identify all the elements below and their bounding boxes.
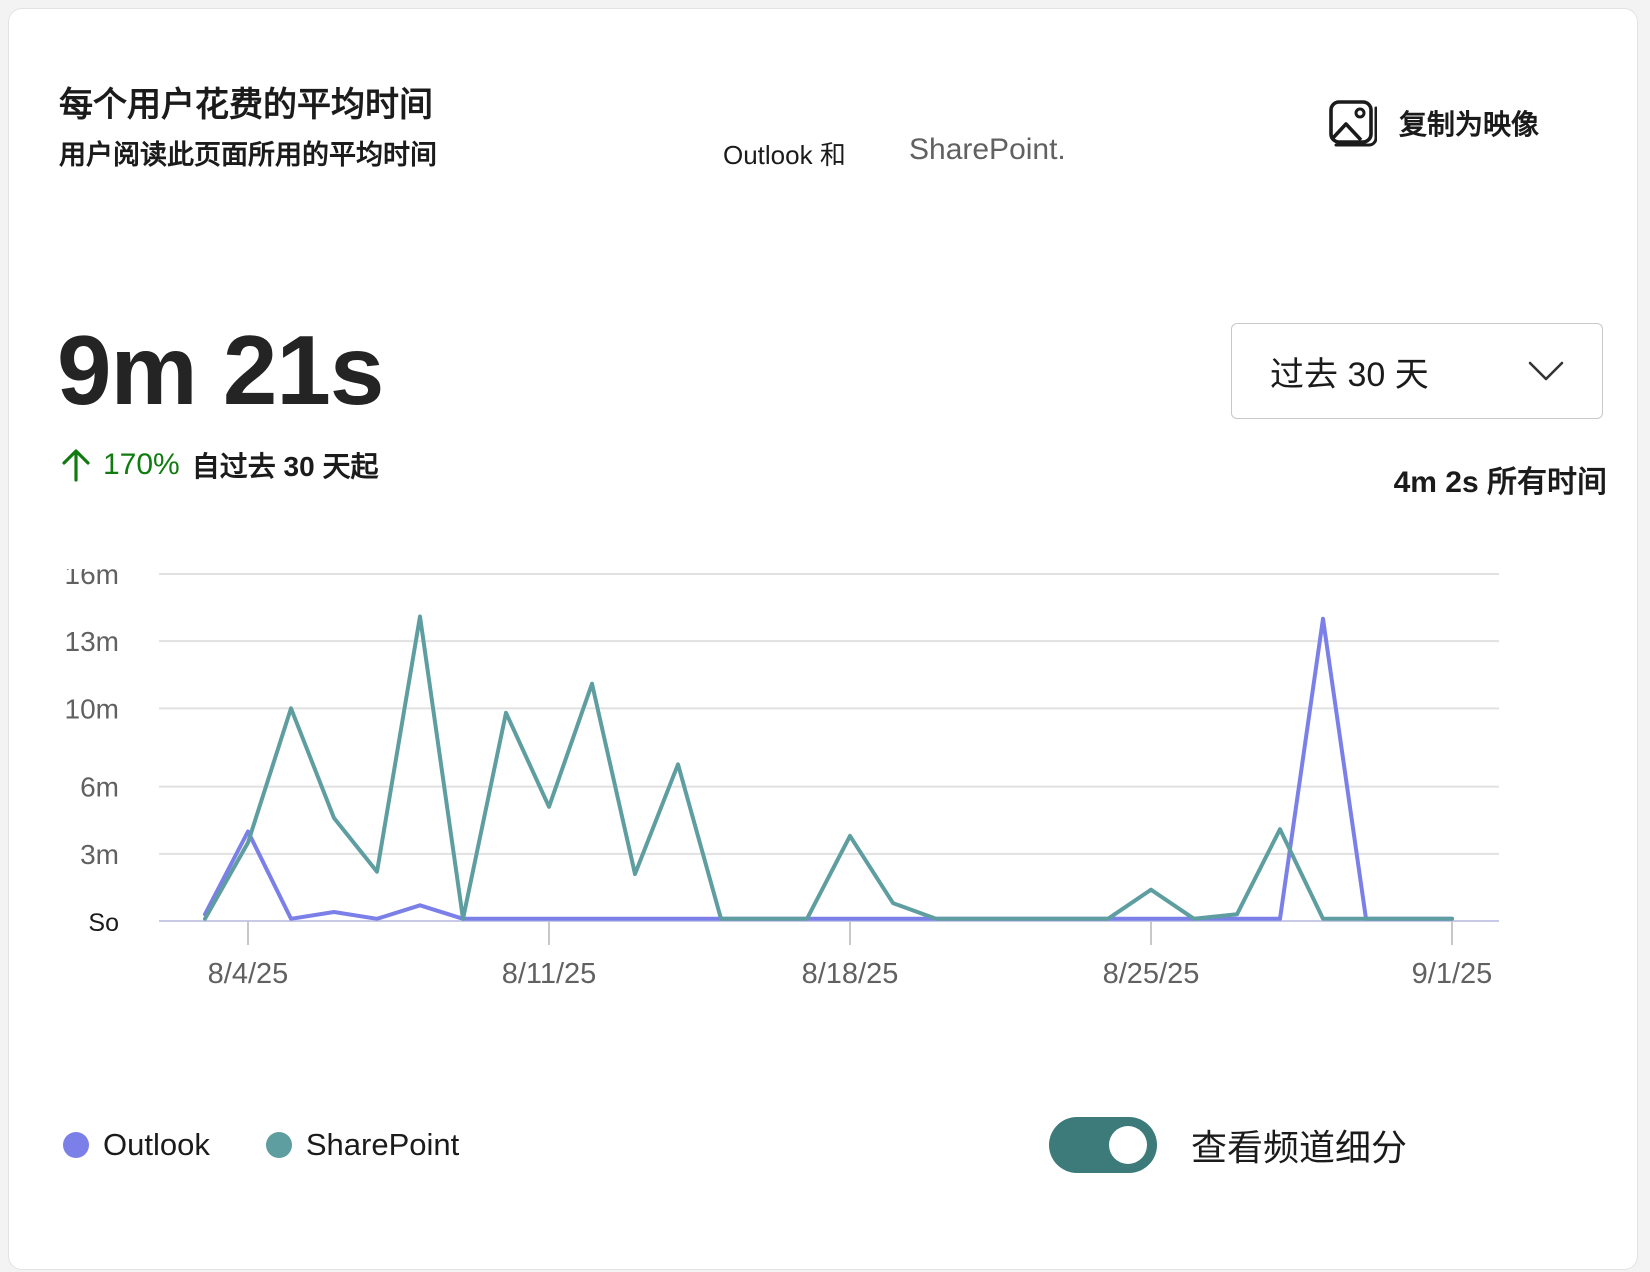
x-tick-label: 9/1/25 bbox=[1412, 958, 1493, 990]
trend-percent: 170% bbox=[103, 448, 180, 481]
y-tick-label: 3m bbox=[80, 839, 119, 870]
series-line-sharepoint bbox=[203, 614, 1454, 921]
chevron-down-icon bbox=[1528, 361, 1564, 381]
y-tick-label: 6m bbox=[80, 772, 119, 803]
channel-breakdown-toggle-row: 查看频道细分 bbox=[1049, 1117, 1407, 1173]
report-card: 每个用户花费的平均时间 用户阅读此页面所用的平均时间 Outlook 和 Sha… bbox=[8, 8, 1638, 1270]
x-tick-label: 8/11/25 bbox=[502, 958, 597, 990]
legend-dot-outlook bbox=[63, 1132, 89, 1158]
toggle-knob bbox=[1109, 1126, 1147, 1164]
legend-item-outlook[interactable]: Outlook bbox=[63, 1127, 210, 1163]
legend-label-outlook: Outlook bbox=[103, 1127, 210, 1162]
y-tick-label: So bbox=[88, 909, 119, 937]
line-chart: So 3m 6m 10m 13m 16m 8/4/25 8/11/25 8/18/25 8/25/… bbox=[65, 569, 1499, 990]
arrow-up-icon bbox=[62, 449, 90, 482]
chart-legend: Outlook SharePoint bbox=[63, 1127, 515, 1163]
all-time-value: 4m 2s 所有时间 bbox=[1393, 466, 1607, 499]
channel-breakdown-label: 查看频道细分 bbox=[1191, 1127, 1408, 1168]
legend-dot-sharepoint bbox=[265, 1132, 292, 1158]
card-subtitle: 用户阅读此页面所用的平均时间 bbox=[59, 140, 437, 170]
trend-row: 170% 自过去 30 天起 bbox=[61, 445, 378, 485]
trend-period: 自过去 30 天起 bbox=[191, 451, 379, 482]
x-tick-label: 8/25/25 bbox=[1103, 958, 1200, 990]
image-icon bbox=[1329, 100, 1377, 147]
copy-as-image-button[interactable]: 复制为映像 bbox=[1327, 95, 1539, 151]
subtitle-outlook: Outlook 和 bbox=[723, 140, 846, 170]
channel-breakdown-toggle[interactable] bbox=[1049, 1117, 1157, 1173]
card-title: 每个用户花费的平均时间 bbox=[59, 86, 433, 124]
copy-as-image-label: 复制为映像 bbox=[1399, 109, 1540, 140]
subtitle-sharepoint: SharePoint. bbox=[909, 133, 1066, 166]
legend-item-sharepoint[interactable]: SharePoint bbox=[265, 1127, 460, 1163]
y-tick-label: 13m bbox=[65, 626, 119, 657]
x-tick-label: 8/18/25 bbox=[802, 958, 899, 990]
y-tick-label: 10m bbox=[65, 693, 119, 724]
time-range-selected: 过去 30 天 bbox=[1270, 355, 1429, 394]
time-range-dropdown[interactable]: 过去 30 天 bbox=[1231, 323, 1603, 419]
y-tick-label: 16m bbox=[65, 569, 119, 590]
legend-label-sharepoint: SharePoint bbox=[305, 1127, 460, 1162]
x-tick-label: 8/4/25 bbox=[208, 958, 289, 990]
average-time-value: 9m 21s bbox=[57, 315, 384, 425]
